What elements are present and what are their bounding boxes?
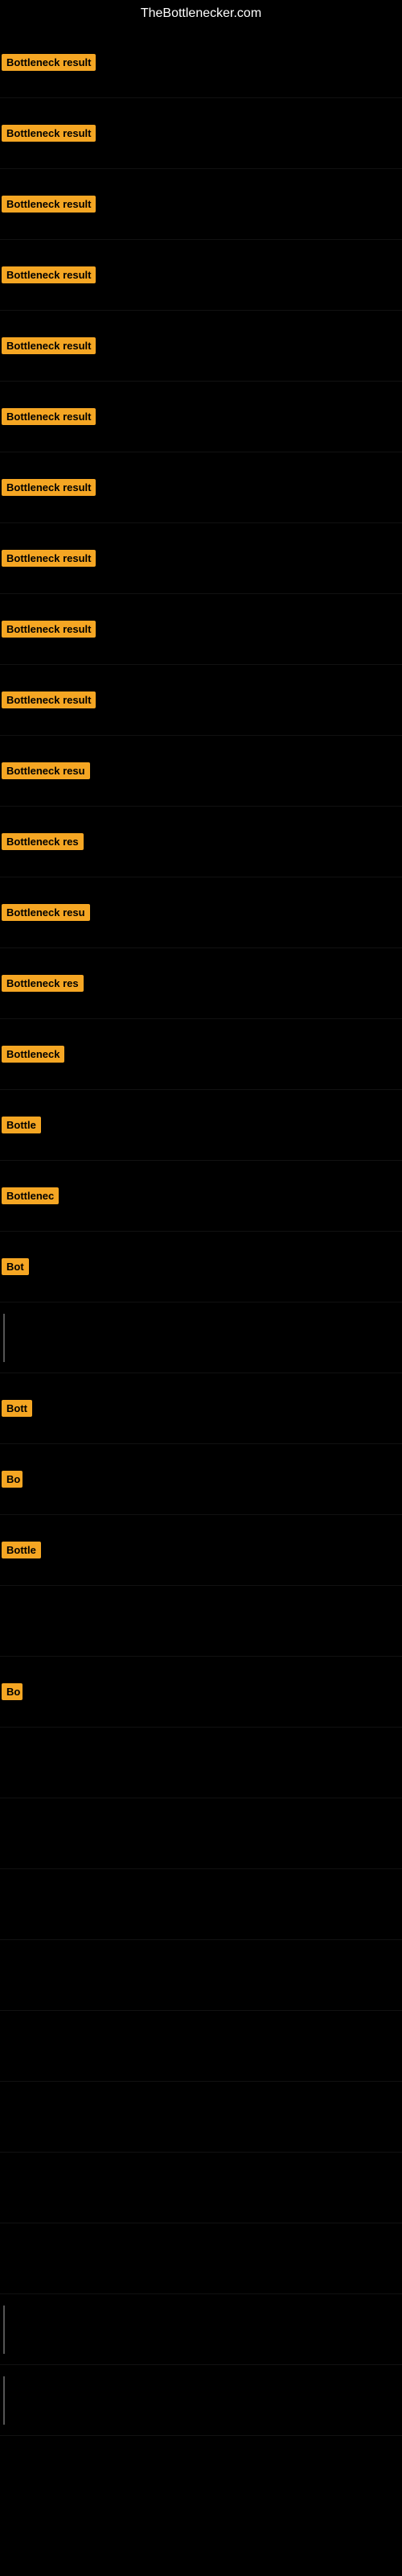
table-row: Bottleneck result xyxy=(0,240,402,311)
bottleneck-result-badge: Bottleneck res xyxy=(2,975,84,992)
table-row: Bo xyxy=(0,1657,402,1728)
rows-container: Bottleneck result Bottleneck result Bottle… xyxy=(0,27,402,2436)
bottleneck-result-badge: Bo xyxy=(2,1471,23,1488)
table-row: Bottleneck res xyxy=(0,807,402,877)
bottleneck-result-badge: Bott xyxy=(2,1400,32,1417)
bottleneck-result-badge: Bottle xyxy=(2,1117,41,1133)
bottleneck-result-badge: Bottleneck res xyxy=(2,833,84,850)
table-row: Bottle xyxy=(0,1090,402,1161)
table-row: Bottleneck result xyxy=(0,27,402,98)
bottleneck-result-badge: Bottleneck result xyxy=(2,266,96,283)
table-row xyxy=(0,1798,402,1869)
bottleneck-result-badge: Bottleneck result xyxy=(2,479,96,496)
table-row: Bottlenec xyxy=(0,1161,402,1232)
table-row xyxy=(0,1940,402,2011)
bottleneck-result-badge: Bottleneck result xyxy=(2,196,96,213)
table-row xyxy=(0,2082,402,2153)
table-row: Bottleneck result xyxy=(0,169,402,240)
bottleneck-result-badge: Bottleneck result xyxy=(2,125,96,142)
bottleneck-result-badge: Bo xyxy=(2,1683,23,1700)
table-row xyxy=(0,2011,402,2082)
bottleneck-result-badge: Bot xyxy=(2,1258,29,1275)
table-row xyxy=(0,2153,402,2223)
table-row: Bottleneck resu xyxy=(0,877,402,948)
bottleneck-result-badge: Bottleneck result xyxy=(2,550,96,567)
bottleneck-result-badge: Bottleneck result xyxy=(2,408,96,425)
table-row: Bottleneck xyxy=(0,1019,402,1090)
table-row: Bottleneck result xyxy=(0,523,402,594)
divider-line xyxy=(3,1314,5,1362)
table-row: Bottleneck result xyxy=(0,452,402,523)
table-row: Bot xyxy=(0,1232,402,1302)
table-row: Bottleneck result xyxy=(0,311,402,382)
bottleneck-result-badge: Bottle xyxy=(2,1542,41,1558)
table-row xyxy=(0,1728,402,1798)
bottleneck-result-badge: Bottleneck result xyxy=(2,621,96,638)
table-row xyxy=(0,2294,402,2365)
table-row: Bottleneck result xyxy=(0,594,402,665)
table-row: Bottleneck resu xyxy=(0,736,402,807)
table-row xyxy=(0,1586,402,1657)
table-row: Bottleneck result xyxy=(0,98,402,169)
bottleneck-result-badge: Bottleneck resu xyxy=(2,762,90,779)
table-row: Bottleneck result xyxy=(0,665,402,736)
bottleneck-result-badge: Bottleneck result xyxy=(2,54,96,71)
table-row xyxy=(0,1302,402,1373)
table-row xyxy=(0,2223,402,2294)
table-row xyxy=(0,1869,402,1940)
table-row: Bottle xyxy=(0,1515,402,1586)
table-row: Bott xyxy=(0,1373,402,1444)
table-row: Bottleneck res xyxy=(0,948,402,1019)
bottleneck-result-badge: Bottleneck result xyxy=(2,337,96,354)
table-row: Bottleneck result xyxy=(0,382,402,452)
bottleneck-result-badge: Bottleneck resu xyxy=(2,904,90,921)
table-row: Bo xyxy=(0,1444,402,1515)
bottleneck-result-badge: Bottleneck result xyxy=(2,691,96,708)
bottleneck-result-badge: Bottleneck xyxy=(2,1046,64,1063)
bottleneck-result-badge: Bottlenec xyxy=(2,1187,59,1204)
table-row xyxy=(0,2365,402,2436)
page-title: TheBottlenecker.com xyxy=(0,0,402,27)
divider-line xyxy=(3,2306,5,2354)
divider-line xyxy=(3,2376,5,2425)
